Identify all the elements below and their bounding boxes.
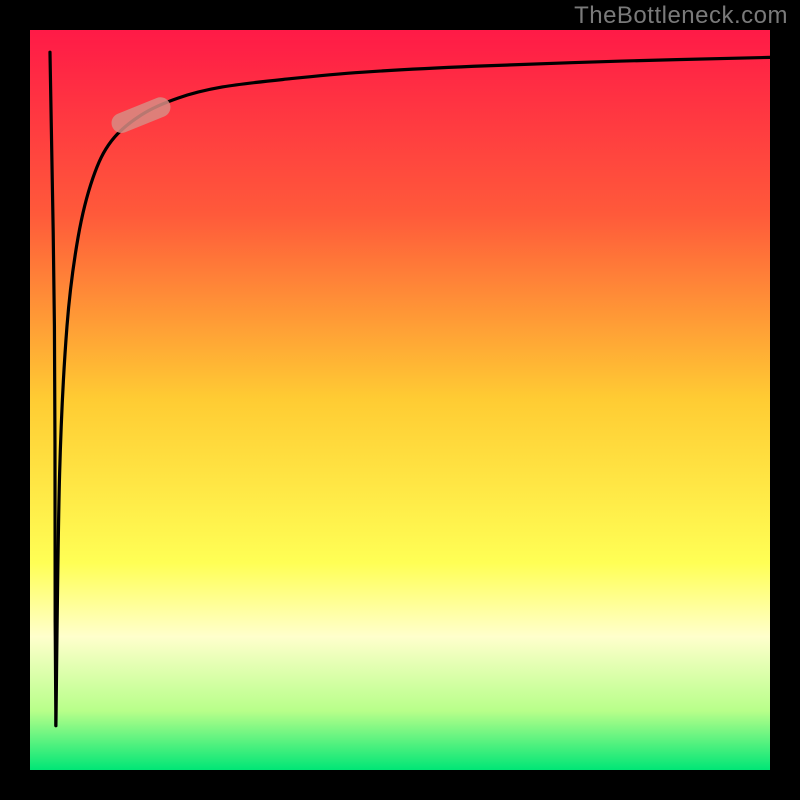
plot-area — [30, 30, 770, 770]
watermark-text: TheBottleneck.com — [574, 2, 788, 30]
chart-frame: TheBottleneck.com — [0, 0, 800, 800]
chart-svg — [0, 0, 800, 800]
